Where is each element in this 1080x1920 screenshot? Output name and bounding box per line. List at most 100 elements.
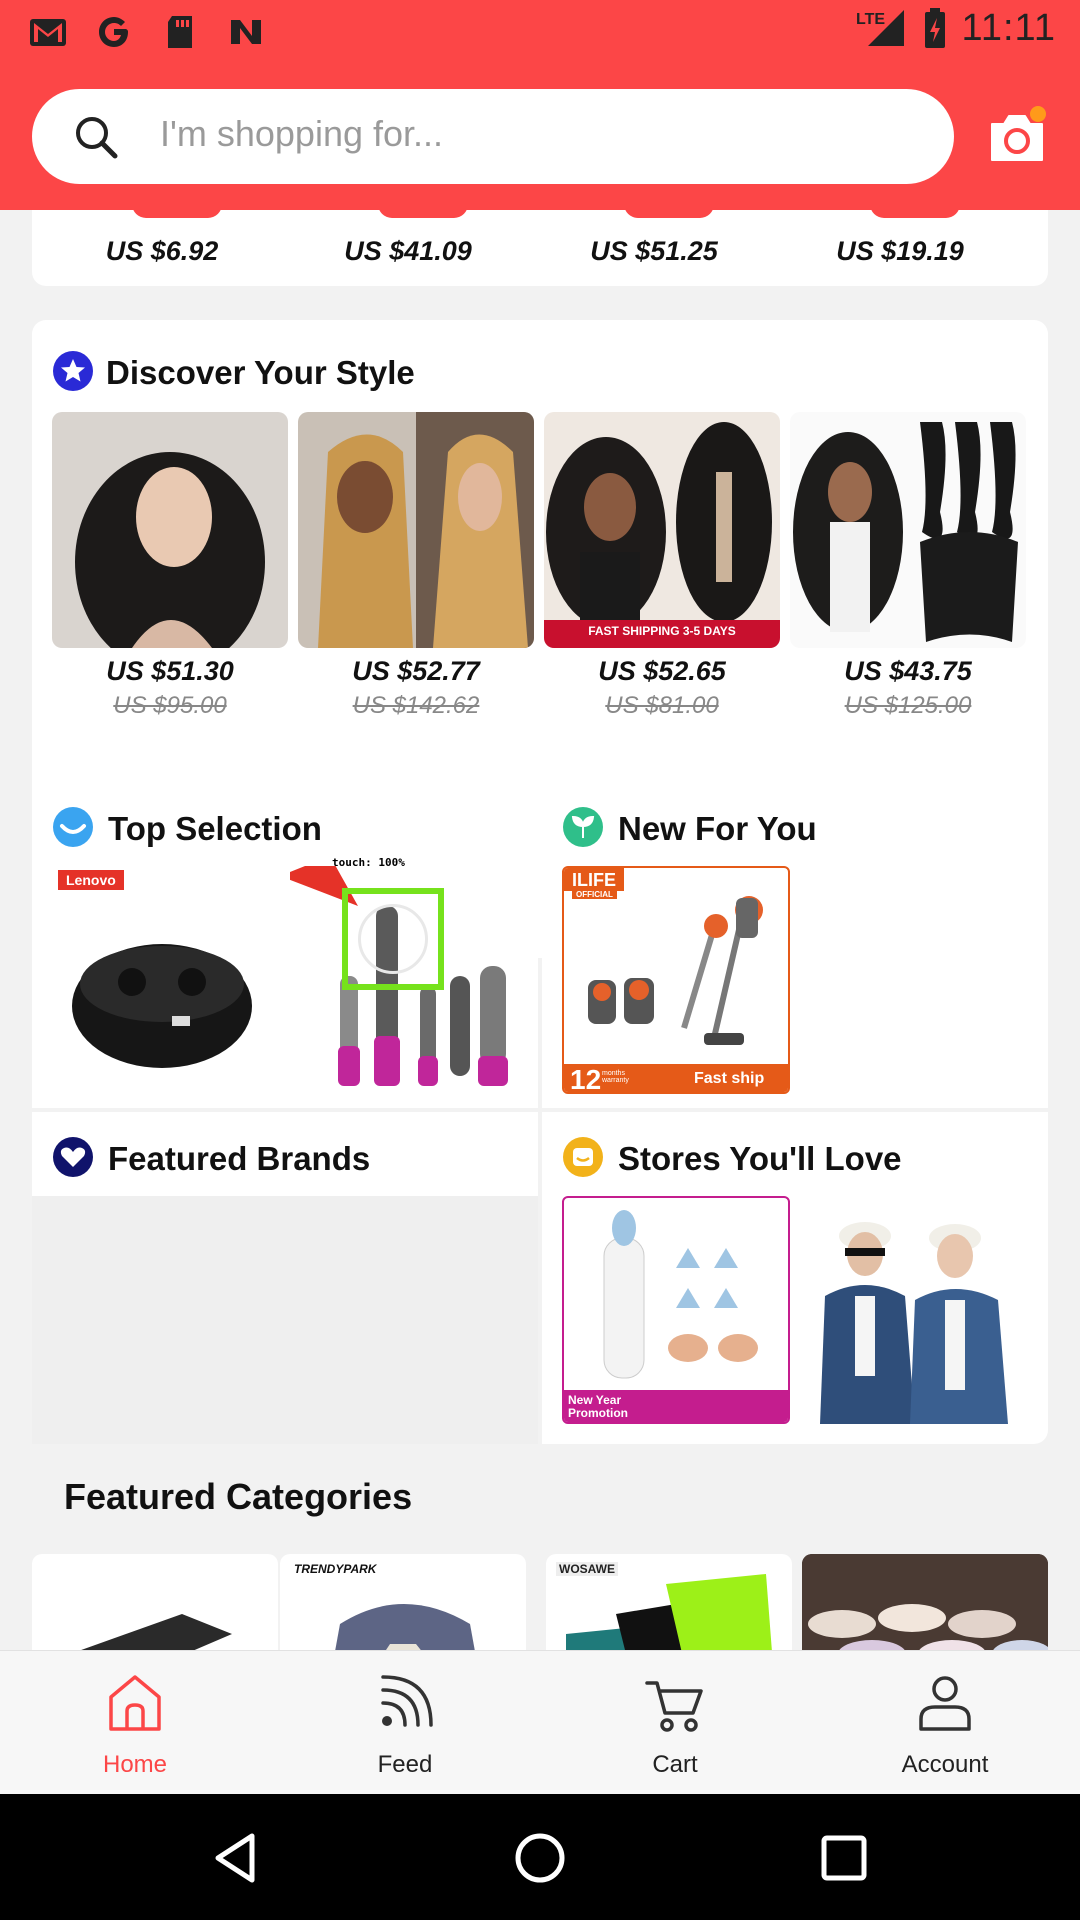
category-card[interactable]	[802, 1554, 1048, 1650]
cart-icon	[645, 1681, 703, 1732]
category-card[interactable]	[32, 1554, 278, 1650]
featured-categories-title: Featured Categories	[64, 1476, 413, 1517]
search-placeholder: I'm shopping for...	[160, 113, 444, 154]
home-circle-icon[interactable]	[512, 1830, 568, 1886]
touch-indicator-box	[342, 888, 444, 990]
blonde-wig-image	[298, 412, 534, 648]
top-selection-title: Top Selection	[108, 810, 322, 847]
heart-badge-icon	[53, 1137, 93, 1177]
product-price[interactable]: US $52.77	[298, 656, 534, 687]
featured-brands-title: Featured Brands	[108, 1140, 371, 1177]
deal-tag	[378, 210, 468, 218]
earbuds-image[interactable]: Lenovo	[52, 866, 284, 1098]
stores-tile[interactable]: Stores You'll Love New Year Promotion	[542, 1112, 1048, 1444]
new-for-you-title: New For You	[618, 810, 817, 847]
nav-home-label: Home	[102, 1751, 168, 1778]
sd-card-icon	[168, 16, 192, 48]
denim-jackets-image[interactable]	[800, 1196, 1028, 1424]
app-root: LTE 11:11 I'm shopping for... US $6.92 U…	[0, 0, 1080, 1920]
brands-placeholder	[32, 1196, 538, 1444]
nav-cart[interactable]: Cart	[540, 1651, 810, 1795]
category-card[interactable]: WOSAWE	[546, 1554, 792, 1650]
featured-brands-tile[interactable]: Featured Brands	[32, 1112, 538, 1444]
earbuds-case-icon	[72, 944, 252, 1068]
nav-account[interactable]: Account	[810, 1651, 1080, 1795]
product-image[interactable]	[52, 412, 288, 648]
system-navigation-bar	[0, 1794, 1080, 1920]
wosawe-label: WOSAWE	[556, 1562, 618, 1576]
nav-account-label: Account	[901, 1751, 989, 1778]
fast-ship-label: Fast ship	[694, 1070, 765, 1087]
home-icon	[109, 1675, 161, 1731]
gmail-icon	[30, 19, 66, 46]
vacuum-footer: 12 months warranty Fast ship	[564, 1064, 788, 1094]
beauty-device-image[interactable]: New Year Promotion	[562, 1196, 790, 1424]
store-face-icon	[563, 1137, 603, 1177]
search-icon	[76, 117, 118, 159]
deal-tag	[870, 210, 960, 218]
deals-card: US $6.92 US $41.09 US $51.25 US $19.19	[32, 210, 1048, 286]
google-icon	[99, 17, 128, 47]
shipping-banner: FAST SHIPPING 3-5 DAYS	[588, 624, 736, 638]
deal-price[interactable]: US $6.92	[52, 236, 272, 267]
curly-wig-image	[52, 412, 288, 648]
denim-models-icon	[800, 1196, 1028, 1424]
back-icon[interactable]	[208, 1830, 264, 1886]
nav-feed-label: Feed	[377, 1751, 433, 1778]
status-time: 11:11	[961, 6, 1056, 49]
network-label: LTE	[856, 11, 885, 28]
product-price[interactable]: US $52.65	[544, 656, 780, 687]
product-image[interactable]	[298, 412, 534, 648]
star-badge-icon	[53, 351, 93, 391]
original-price: US $95.00	[113, 692, 227, 719]
promo-label: New Year Promotion	[568, 1393, 628, 1420]
product-price[interactable]: US $43.75	[790, 656, 1026, 687]
original-price: US $125.00	[844, 692, 972, 719]
search-bar[interactable]: I'm shopping for...	[32, 89, 954, 184]
battery-icon	[924, 8, 945, 48]
sprout-icon	[563, 807, 603, 847]
deal-price[interactable]: US $19.19	[790, 236, 1010, 267]
hair-styler-image[interactable]: touch: 100% OFFICIAL	[256, 856, 522, 1098]
camera-search-button[interactable]	[986, 106, 1048, 168]
warranty-label: months warranty	[602, 1070, 629, 1084]
original-price: US $142.62	[352, 692, 480, 719]
home-feed[interactable]: US $6.92 US $41.09 US $51.25 US $19.19 D…	[0, 210, 1080, 1650]
discover-title: Discover Your Style	[106, 354, 415, 391]
deal-tag	[132, 210, 222, 218]
account-icon	[919, 1676, 971, 1731]
notification-dot	[1030, 106, 1046, 122]
trendypark-label: TRENDYPARK	[294, 1562, 377, 1576]
stick-vacuum-icon	[588, 896, 763, 1045]
vacuum-image[interactable]: ILIFE OFFICIAL 12 months warranty Fast s…	[562, 866, 790, 1094]
touch-indicator-circle	[358, 904, 428, 974]
news-icon	[231, 20, 261, 44]
header: LTE 11:11 I'm shopping for...	[0, 0, 1080, 210]
original-price: US $81.00	[605, 692, 719, 719]
nav-feed[interactable]: Feed	[270, 1651, 540, 1795]
new-for-you-tile[interactable]: New For You ILIFE OFFICIAL 12 months war…	[542, 782, 1048, 1108]
lte-signal-icon: LTE	[856, 10, 904, 46]
deep-wave-wig-image	[544, 412, 780, 648]
bottom-navigation: Home Feed Cart Account	[0, 1650, 1080, 1794]
touch-debug-label: touch: 100%	[332, 856, 405, 869]
device-category-icon	[81, 1614, 232, 1650]
feed-icon	[381, 1675, 433, 1727]
recents-icon[interactable]	[816, 1830, 872, 1886]
sneakers-category-icon	[802, 1554, 1048, 1650]
deal-price[interactable]: US $41.09	[298, 236, 518, 267]
deal-tag	[624, 210, 714, 218]
top-selection-tile[interactable]: Top Selection Lenovo touch: 100% OFFICIA…	[32, 782, 538, 1108]
deal-price[interactable]: US $51.25	[544, 236, 764, 267]
smile-icon	[53, 807, 93, 847]
product-image[interactable]: FAST SHIPPING 3-5 DAYS	[544, 412, 780, 648]
product-price[interactable]: US $51.30	[52, 656, 288, 687]
nav-cart-label: Cart	[652, 1751, 698, 1778]
stores-title: Stores You'll Love	[618, 1140, 902, 1177]
warranty-number: 12	[570, 1064, 602, 1094]
nav-home[interactable]: Home	[0, 1651, 270, 1795]
status-bar: LTE 11:11	[0, 0, 1080, 64]
tiles-grid: Top Selection Lenovo touch: 100% OFFICIA…	[32, 782, 1048, 1650]
product-image[interactable]	[790, 412, 1026, 648]
category-card[interactable]: TRENDYPARK	[280, 1554, 526, 1650]
